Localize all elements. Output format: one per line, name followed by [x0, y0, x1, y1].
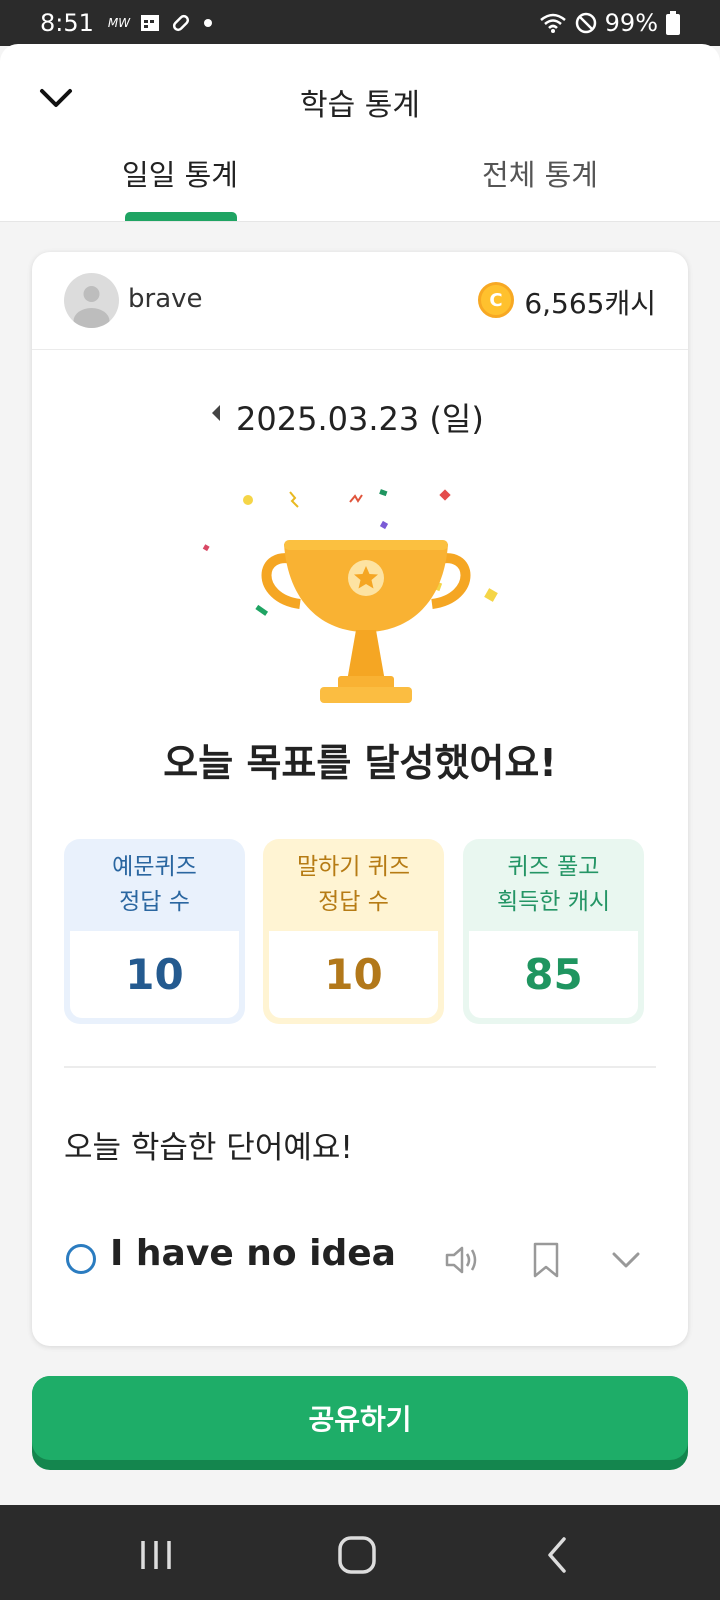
expand-chevron-icon[interactable]: [608, 1242, 644, 1278]
coin-icon: C: [478, 282, 514, 318]
stat-example-quiz: 예문퀴즈 정답 수 10: [64, 839, 245, 1024]
username: brave: [128, 284, 203, 314]
tab-indicator: [125, 212, 237, 221]
word-list-item[interactable]: I have no idea: [32, 1228, 688, 1288]
speaker-icon[interactable]: [442, 1240, 482, 1280]
stats-card: brave C 6,565캐시 2025.03.23 (일) 오늘 목표를 달성…: [32, 252, 688, 1346]
battery-icon: [666, 11, 680, 35]
learned-words-title: 오늘 학습한 단어예요!: [64, 1130, 353, 1166]
share-button[interactable]: 공유하기: [32, 1376, 688, 1470]
do-not-disturb-icon: [575, 12, 596, 34]
word-status-circle-icon: [66, 1244, 96, 1274]
wifi-icon: [539, 13, 566, 33]
caret-left-icon: [212, 405, 220, 421]
date-selector: 2025.03.23 (일): [32, 390, 688, 440]
goal-achieved-message: 오늘 목표를 달성했어요!: [163, 741, 557, 785]
trophy-illustration: [202, 489, 498, 703]
word-text: I have no idea: [110, 1233, 396, 1274]
profile-row: brave C 6,565캐시: [32, 252, 688, 350]
back-icon[interactable]: [533, 1535, 583, 1575]
notification-dot-icon: [204, 19, 213, 27]
battery-percent: 99%: [604, 9, 658, 37]
default-avatar-icon: [73, 286, 110, 328]
avatar: [64, 273, 119, 328]
tab-daily-stats[interactable]: 일일 통계: [60, 152, 300, 194]
stat-value: 10: [70, 931, 239, 1018]
divider: [64, 1066, 656, 1068]
status-time: 8:51: [40, 9, 94, 37]
stat-speaking-quiz: 말하기 퀴즈 정답 수 10: [263, 839, 444, 1024]
share-button-label: 공유하기: [32, 1376, 688, 1460]
stat-label: 예문퀴즈 정답 수: [112, 854, 197, 915]
bookmark-icon[interactable]: [528, 1240, 564, 1280]
notification-link-icon: [173, 14, 190, 32]
tab-total-stats[interactable]: 전체 통계: [420, 152, 660, 194]
cash-balance: 6,565캐시: [524, 287, 656, 320]
recent-apps-icon[interactable]: [131, 1535, 181, 1575]
home-icon[interactable]: [333, 1535, 383, 1575]
page-title: 학습 통계: [300, 88, 420, 123]
current-date: 2025.03.23 (일): [236, 400, 484, 438]
stat-earned-cash: 퀴즈 풀고 획득한 캐시 85: [463, 839, 644, 1024]
stat-label: 퀴즈 풀고 획득한 캐시: [496, 854, 611, 915]
header-sheet: 학습 통계 일일 통계 전체 통계: [0, 44, 720, 222]
notification-mw-icon: MW: [107, 16, 131, 30]
stat-value: 10: [269, 931, 438, 1018]
status-bar: 8:51 MW 99%: [0, 0, 720, 46]
previous-date-button[interactable]: [204, 401, 228, 425]
stat-value: 85: [469, 931, 638, 1018]
stat-label: 말하기 퀴즈 정답 수: [296, 854, 411, 915]
notification-calendar-icon: [141, 15, 160, 31]
system-navigation-bar: [0, 1505, 720, 1600]
